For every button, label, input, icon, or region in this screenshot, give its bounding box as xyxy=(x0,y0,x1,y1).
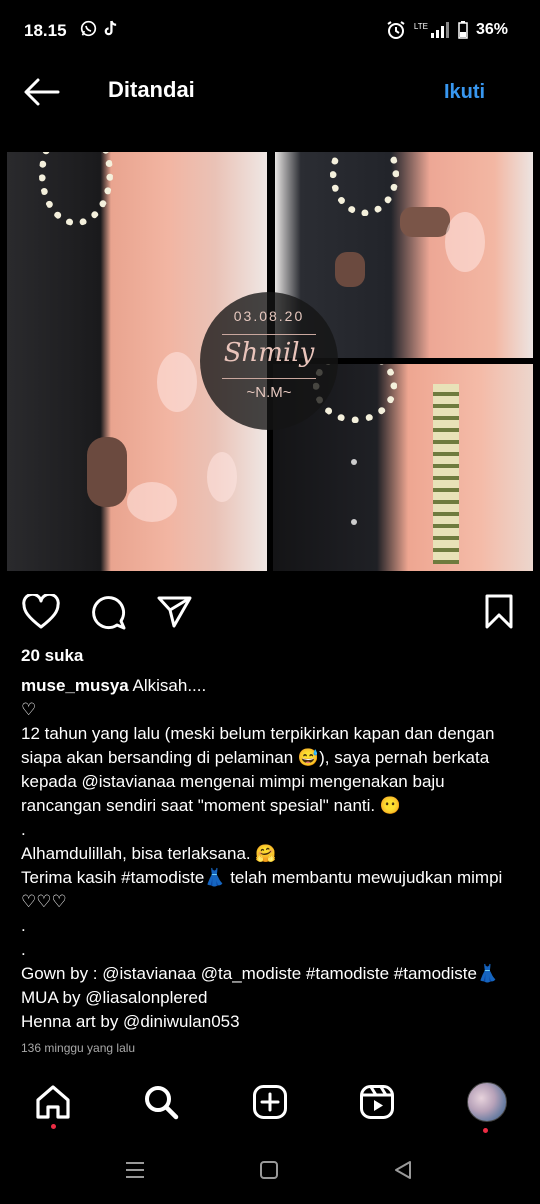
status-right: LTE 36% xyxy=(386,20,508,40)
post-time-ago: 136 minggu yang lalu xyxy=(21,1041,136,1055)
menu-icon[interactable] xyxy=(124,1160,146,1180)
follow-button[interactable]: Ikuti xyxy=(444,81,485,104)
likes-count[interactable]: 20 suka xyxy=(21,646,83,666)
caption-line: . xyxy=(21,916,26,935)
status-bar: 18.15 LTE 36% xyxy=(0,0,540,60)
badge-initials: ~N.M~ xyxy=(246,384,292,401)
post-photo[interactable]: 03.08.20 Shmily ~N.M~ xyxy=(7,152,533,571)
status-time: 18.15 xyxy=(24,21,67,40)
bottom-nav xyxy=(0,1070,540,1136)
badge-date: 03.08.20 xyxy=(233,308,305,324)
caption-line: Terima kasih #tamodiste👗 telah membantu … xyxy=(21,868,508,911)
signal-icon xyxy=(430,22,449,38)
caption-intro: Alkisah.... xyxy=(128,676,207,695)
caption-line: . xyxy=(21,940,26,959)
bookmark-icon[interactable] xyxy=(484,594,514,630)
caption-first-line: muse_musya Alkisah.... xyxy=(21,674,526,698)
create-icon[interactable] xyxy=(252,1084,288,1120)
action-bar xyxy=(0,590,540,634)
caption-line: ♡ xyxy=(21,700,37,719)
caption-line: MUA by @liasalonplered xyxy=(21,988,208,1007)
system-nav xyxy=(0,1140,540,1204)
caption-line: Henna art by @diniwulan053 xyxy=(21,1012,240,1031)
share-icon[interactable] xyxy=(157,595,193,629)
caption-line: Alhamdulillah, bisa terlaksana. 🤗 xyxy=(21,844,277,863)
back-triangle-icon[interactable] xyxy=(392,1159,414,1181)
heart-icon[interactable] xyxy=(22,594,60,630)
post-caption: muse_musya Alkisah.... ♡ 12 tahun yang l… xyxy=(21,674,526,1034)
back-arrow-icon[interactable] xyxy=(22,76,62,108)
whatsapp-icon xyxy=(80,20,97,37)
caption-line: Gown by : @istavianaa @ta_modiste #tamod… xyxy=(21,964,499,983)
alarm-icon xyxy=(387,21,405,39)
caption-line: 12 tahun yang lalu (meski belum terpikir… xyxy=(21,724,500,815)
home-square-icon[interactable] xyxy=(259,1160,279,1180)
battery-icon xyxy=(458,21,468,39)
network-label: LTE xyxy=(413,21,428,31)
tiktok-icon xyxy=(104,20,117,36)
profile-notification-dot xyxy=(483,1128,488,1133)
reels-icon[interactable] xyxy=(359,1084,395,1120)
page-title: Ditandai xyxy=(108,77,195,102)
home-notification-dot xyxy=(51,1124,56,1129)
badge-script: Shmily xyxy=(223,338,315,368)
search-icon[interactable] xyxy=(143,1084,179,1120)
photo-badge: 03.08.20 Shmily ~N.M~ xyxy=(200,292,338,430)
top-header: Ditandai Ikuti xyxy=(0,60,540,124)
home-icon[interactable] xyxy=(35,1084,71,1120)
profile-avatar[interactable] xyxy=(467,1082,507,1122)
caption-username[interactable]: muse_musya xyxy=(21,676,129,695)
status-left-icons xyxy=(80,20,118,37)
comment-icon[interactable] xyxy=(90,594,126,630)
caption-line: . xyxy=(21,820,26,839)
battery-percent: 36% xyxy=(475,21,508,38)
